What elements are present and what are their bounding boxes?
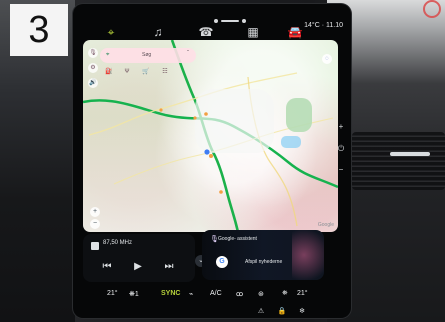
airflow-icon[interactable]: ꝏ [236, 290, 243, 298]
current-position-icon [204, 149, 210, 155]
settings-icon[interactable]: ⚙ [88, 63, 98, 73]
volume-up-icon[interactable]: + [337, 123, 345, 131]
photo-label: 3 [10, 4, 68, 56]
volume-down-icon[interactable]: − [337, 166, 345, 174]
traffic-marker-icon [159, 108, 163, 112]
phone-icon[interactable]: ☎ [198, 24, 214, 40]
climate-bar: 21° ❋1 SYNC ⌁ A/C ꝏ ⊛ ⛯ 21° [83, 286, 341, 308]
map-search-text: Søg [142, 52, 152, 58]
left-temperature[interactable]: 21° [107, 290, 118, 297]
radio-station: 87,50 MHz [103, 240, 133, 246]
more-places-icon[interactable]: ☷ [159, 67, 171, 77]
location-pin-icon: ⌖ [106, 52, 110, 58]
gas-station-icon[interactable]: ⛽ [103, 67, 115, 77]
shopping-cart-icon[interactable]: 🛒 [140, 67, 152, 77]
compass-icon[interactable]: ◌ [322, 54, 332, 64]
voice-search-icon[interactable]: 🎙 [88, 48, 98, 58]
vent-light-strip [390, 152, 430, 156]
assistant-title: Google- assistent [218, 236, 257, 242]
traffic-marker-icon [204, 112, 208, 116]
car-dashboard-photo: 3 ⌖ ♫ ☎ ▦ 🚘 14°C · 11.10 ⌖ Søg ˆ ⛽ Ψ 🛒 ☷… [0, 0, 445, 322]
zoom-out-button[interactable]: − [90, 219, 100, 229]
urban-area [195, 89, 274, 153]
sound-icon[interactable]: 🔊 [88, 78, 98, 88]
assistant-widget[interactable]: 🎙 Google- assistent G Afspil nyhederne [202, 230, 324, 280]
radio-widget[interactable]: 87,50 MHz ⏮ ▶ ⏭ [83, 234, 195, 282]
right-temperature[interactable]: 21° [297, 290, 308, 297]
next-track-button[interactable]: ⏭ [163, 261, 175, 273]
seat-icon[interactable]: ⛯ [282, 290, 288, 298]
restaurant-icon[interactable]: Ψ [121, 67, 133, 77]
defrost-icon[interactable]: ❄ [297, 307, 307, 317]
fan-level[interactable]: ❋1 [129, 290, 139, 298]
traffic-marker-icon [209, 154, 213, 158]
collapse-icon[interactable]: ˆ [187, 47, 189, 62]
google-assistant-icon: G [216, 256, 228, 268]
radio-icon [91, 242, 99, 250]
location-pin-icon[interactable]: ⌖ [103, 24, 119, 40]
seat-heat-icon[interactable]: ⌁ [189, 290, 193, 298]
assistant-action: Afspil nyhederne [245, 259, 283, 265]
play-button[interactable]: ▶ [132, 261, 144, 273]
heated-steering-icon[interactable]: ⊛ [258, 290, 264, 298]
screen-side-controls: + ⏻ − [337, 123, 345, 179]
park-area [286, 98, 312, 132]
lower-dashboard-icons: ⚠ 🔒 ❄ [248, 307, 328, 319]
traffic-marker-icon [193, 116, 197, 120]
car-icon[interactable]: 🚘 [287, 24, 303, 40]
apps-grid-icon[interactable]: ▦ [245, 24, 261, 40]
air-vent [352, 132, 445, 190]
music-note-icon[interactable]: ♫ [150, 24, 166, 40]
zoom-in-button[interactable]: + [90, 207, 100, 217]
infotainment-screen: ⌖ ♫ ☎ ▦ 🚘 14°C · 11.10 ⌖ Søg ˆ ⛽ Ψ 🛒 ☷ 🎙… [73, 4, 351, 318]
warning-icon[interactable]: ⚠ [256, 307, 266, 317]
map-search-bar[interactable]: ⌖ Søg ˆ [100, 48, 196, 63]
traffic-marker-icon [219, 190, 223, 194]
power-icon[interactable]: ⏻ [337, 145, 345, 153]
sync-button[interactable]: SYNC [161, 290, 180, 297]
previous-track-button[interactable]: ⏮ [101, 261, 113, 273]
page-indicator [214, 19, 246, 23]
ac-button[interactable]: A/C [210, 290, 222, 297]
navigation-map[interactable]: ⌖ Søg ˆ ⛽ Ψ 🛒 ☷ 🎙 ⚙ 🔊 ◌ + − Google [83, 40, 338, 232]
lock-icon[interactable]: 🔒 [277, 307, 287, 317]
google-logo-text: Google [317, 222, 334, 228]
partial-red-circle-icon [423, 0, 441, 18]
status-text: 14°C · 11.10 [304, 22, 343, 29]
water-area [281, 136, 301, 148]
